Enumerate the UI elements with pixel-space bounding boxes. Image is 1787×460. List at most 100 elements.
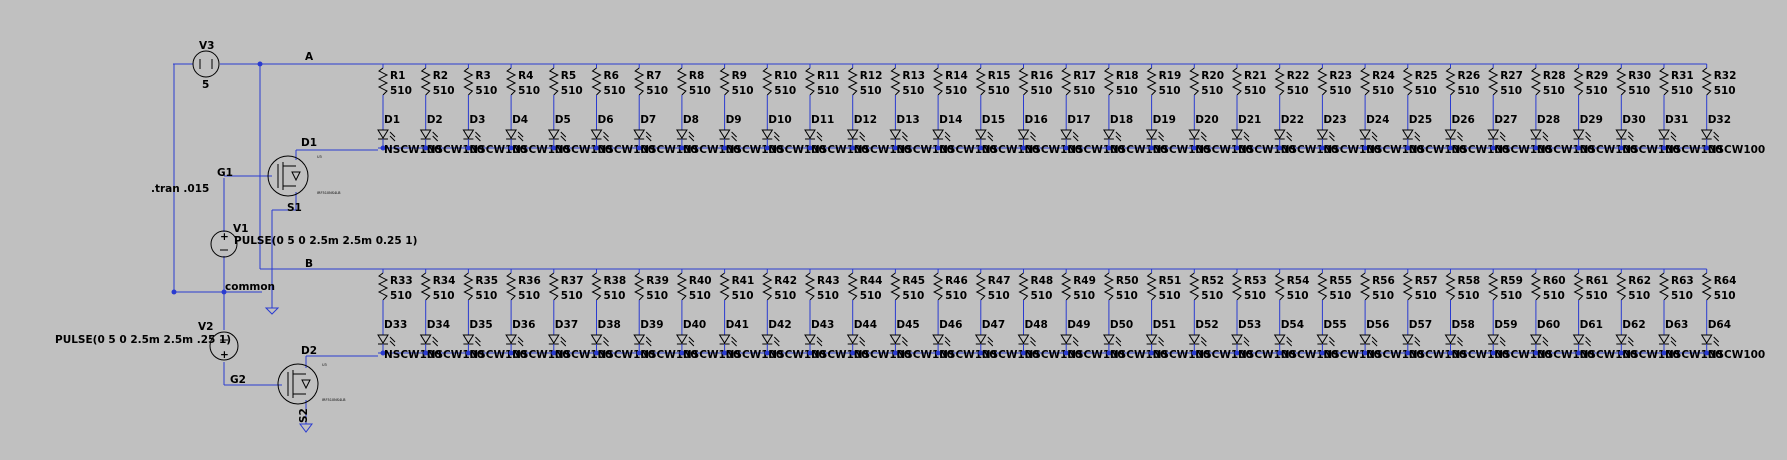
resistor-value: 510 [390,290,412,302]
resistor-name: R4 [518,70,533,82]
resistor-name: R36 [518,275,541,287]
led-symbol [505,129,518,139]
resistor-value: 510 [860,290,882,302]
diode-name: D11 [811,114,834,126]
diode-name: D58 [1452,319,1475,331]
resistor-symbol [1146,67,1157,96]
diode-name: D51 [1153,319,1176,331]
led-symbol [419,129,432,139]
diode-name: D52 [1195,319,1218,331]
led-symbol [1529,334,1542,344]
resistor-name: R31 [1671,70,1694,82]
junction-dot [221,289,227,295]
diode-name: D16 [1025,114,1048,126]
led-symbol [718,334,731,344]
led-arrays: R1510D1NSCW100R2510D2NSCW100R3510D3NSCW1… [377,63,1766,361]
resistor-name: R20 [1201,70,1224,82]
resistor-symbol [1274,272,1285,301]
resistor-symbol [1359,67,1371,96]
resistor-value: 510 [1714,290,1736,302]
diode-name: D32 [1708,114,1731,126]
led-symbol [1444,334,1457,344]
diode-name: D35 [469,319,492,331]
resistor-symbol [932,272,944,301]
diode-name: D34 [427,319,450,331]
led-symbol [547,129,560,139]
resistor-symbol [463,272,474,301]
led-symbol [1615,334,1628,344]
diode-name: D1 [384,114,400,126]
diode-name: D24 [1366,114,1389,126]
led-symbol [1017,334,1030,344]
resistor-value: 510 [1329,290,1351,302]
resistor-symbol [591,67,602,96]
diode-name: D14 [939,114,962,126]
diode-name: D18 [1110,114,1133,126]
resistor-name: R5 [561,70,576,82]
resistor-name: R30 [1628,70,1651,82]
resistor-symbol [548,272,559,301]
v3-source: V3 5 [192,40,220,91]
resistor-name: R51 [1159,275,1182,287]
resistor-value: 510 [1415,290,1437,302]
mosfet-1-drain-label: D1 [301,137,317,149]
resistor-name: R23 [1329,70,1352,82]
resistor-name: R14 [945,70,968,82]
resistor-symbol [463,67,474,96]
resistor-symbol [548,67,559,96]
resistor-symbol [1445,67,1456,96]
net-common-label: common [225,281,275,293]
resistor-symbol [762,272,773,301]
diode-name: D54 [1281,319,1304,331]
resistor-value: 510 [945,290,967,302]
led-row: R33510D33NSCW100R34510D34NSCW100R35510D3… [377,268,1765,361]
v1-name: V1 [233,223,248,235]
led-symbol [462,129,475,139]
resistor-symbol [847,272,858,301]
diode-name: D49 [1067,319,1090,331]
resistor-symbol [1530,272,1542,301]
led-model: NSCW100 [1708,144,1766,156]
resistor-symbol [804,67,816,96]
resistor-value: 510 [1244,290,1266,302]
net-b-label: B [305,258,313,270]
mosfet-2-drain-label: D2 [301,345,317,357]
resistor-value: 510 [1073,85,1095,97]
resistor-name: R52 [1201,275,1224,287]
resistor-symbol [1231,272,1243,301]
led-symbol [1188,129,1201,139]
resistor-value: 510 [988,290,1010,302]
resistor-name: R39 [646,275,669,287]
resistor-symbol [1573,272,1584,301]
diode-name: D56 [1366,319,1389,331]
resistor-symbol [1616,272,1627,301]
led-symbol [846,129,859,139]
resistor-symbol [719,272,730,301]
resistor-symbol [1658,272,1670,301]
junction-dot [171,289,177,295]
resistor-name: R8 [689,70,704,82]
v2-name: V2 [198,321,213,333]
led-symbol [846,334,859,344]
led-symbol [1231,334,1243,344]
v1-source: + V1 PULSE(0 5 0 2.5m 2.5m 0.25 1) [210,223,417,258]
led-symbol [1401,129,1414,139]
resistor-symbol [1573,67,1584,96]
resistor-value: 510 [1543,290,1565,302]
resistor-symbol [1189,67,1200,96]
resistor-symbol [1231,67,1243,96]
resistor-name: R58 [1458,275,1481,287]
resistor-name: R21 [1244,70,1267,82]
resistor-value: 510 [475,85,497,97]
resistor-symbol [1317,67,1328,96]
diode-name: D59 [1494,319,1517,331]
led-symbol [1572,129,1585,139]
resistor-name: R6 [604,70,619,82]
led-symbol [1060,334,1073,344]
resistor-name: R19 [1159,70,1182,82]
resistor-name: R15 [988,70,1011,82]
resistor-value: 510 [1458,290,1480,302]
resistor-symbol [505,272,517,301]
diode-name: D8 [683,114,699,126]
resistor-symbol [420,67,431,96]
